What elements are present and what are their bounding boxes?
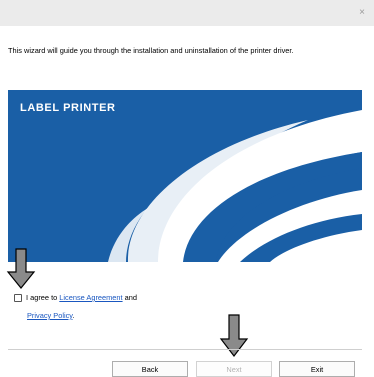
agree-checkbox[interactable]	[14, 293, 22, 302]
down-arrow-icon	[6, 248, 36, 289]
license-agreement-link[interactable]: License Agreement	[59, 293, 122, 302]
footer-divider	[8, 349, 362, 350]
window-titlebar: ×	[0, 0, 374, 26]
license-agreement-row: I agree to License Agreement and	[14, 293, 137, 302]
close-icon[interactable]: ×	[356, 7, 368, 19]
agree-prefix: I agree to	[26, 293, 58, 302]
privacy-policy-link[interactable]: Privacy Policy	[27, 311, 72, 320]
down-arrow-icon	[219, 314, 249, 357]
privacy-suffix: .	[72, 311, 75, 320]
product-banner: LABEL PRINTER	[8, 90, 362, 262]
agree-middle: and	[124, 293, 137, 302]
banner-swoosh-graphic	[8, 90, 362, 262]
privacy-row: Privacy Policy.	[27, 311, 75, 320]
banner-title: LABEL PRINTER	[20, 102, 116, 114]
intro-text: This wizard will guide you through the i…	[8, 46, 294, 55]
